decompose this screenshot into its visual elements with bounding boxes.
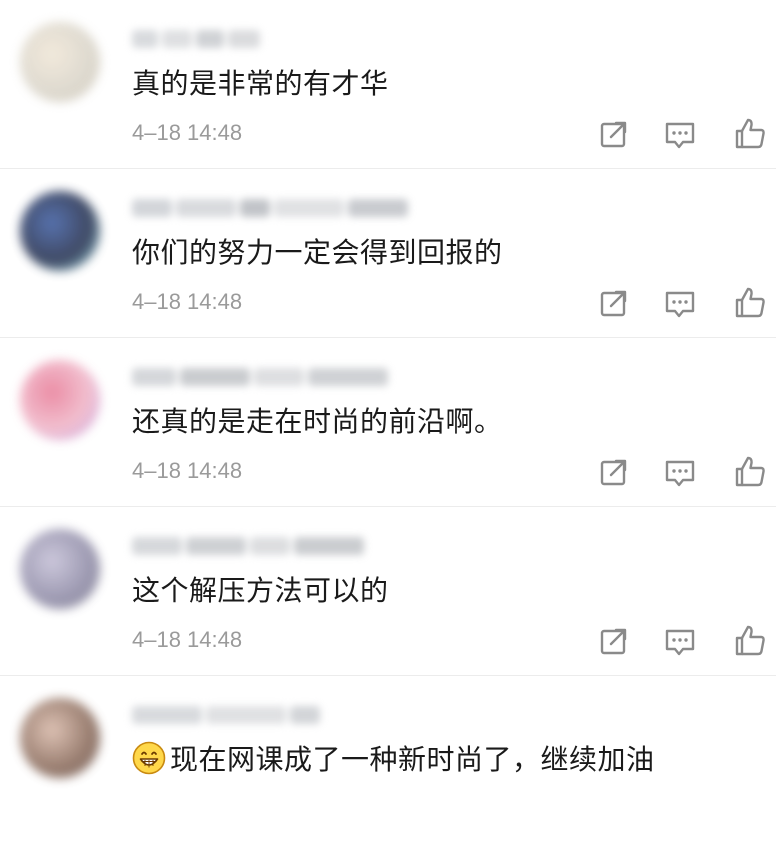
grinning-face-emoji — [132, 741, 166, 775]
reply-icon[interactable] — [662, 454, 698, 490]
share-icon[interactable] — [596, 454, 632, 490]
comment-time: 4–18 14:48 — [132, 458, 243, 483]
comment-list: 真的是非常的有才华 4–18 14:48 你们的努力一定会得到回报的 4–18 … — [0, 0, 776, 800]
comment-text: 还真的是走在时尚的前沿啊。 — [132, 405, 503, 438]
comment-item: 这个解压方法可以的 4–18 14:48 — [0, 507, 776, 676]
comment-text: 这个解压方法可以的 — [132, 574, 389, 607]
comment-time: 4–18 14:48 — [132, 289, 243, 314]
username-blurred[interactable] — [132, 704, 324, 728]
comment-item: 还真的是走在时尚的前沿啊。 4–18 14:48 — [0, 338, 776, 507]
like-icon[interactable] — [732, 454, 768, 490]
comment-text: 你们的努力一定会得到回报的 — [132, 236, 503, 269]
comment-actions — [596, 116, 776, 156]
reply-icon[interactable] — [662, 285, 698, 321]
share-icon[interactable] — [596, 623, 632, 659]
username-blurred[interactable] — [132, 28, 264, 52]
comment-actions — [596, 454, 776, 494]
share-icon[interactable] — [596, 285, 632, 321]
avatar[interactable] — [20, 529, 100, 609]
like-icon[interactable] — [732, 116, 768, 152]
username-blurred[interactable] — [132, 197, 412, 221]
reply-icon[interactable] — [662, 116, 698, 152]
comment-text: 真的是非常的有才华 — [132, 67, 389, 100]
avatar[interactable] — [20, 191, 100, 271]
comment-item: 真的是非常的有才华 4–18 14:48 — [0, 0, 776, 169]
comment-text: 现在网课成了一种新时尚了，继续加油 — [132, 740, 655, 780]
like-icon[interactable] — [732, 285, 768, 321]
reply-icon[interactable] — [662, 623, 698, 659]
avatar[interactable] — [20, 698, 100, 778]
comment-time: 4–18 14:48 — [132, 120, 243, 145]
comment-actions — [596, 623, 776, 663]
username-blurred[interactable] — [132, 366, 392, 390]
username-blurred[interactable] — [132, 535, 368, 559]
comment-actions — [596, 285, 776, 325]
comment-item: 现在网课成了一种新时尚了，继续加油 — [0, 676, 776, 845]
avatar[interactable] — [20, 360, 100, 440]
share-icon[interactable] — [596, 116, 632, 152]
comment-item: 你们的努力一定会得到回报的 4–18 14:48 — [0, 169, 776, 338]
comment-text-body: 现在网课成了一种新时尚了，继续加油 — [170, 743, 655, 776]
comment-time: 4–18 14:48 — [132, 627, 243, 652]
like-icon[interactable] — [732, 623, 768, 659]
avatar[interactable] — [20, 22, 100, 102]
